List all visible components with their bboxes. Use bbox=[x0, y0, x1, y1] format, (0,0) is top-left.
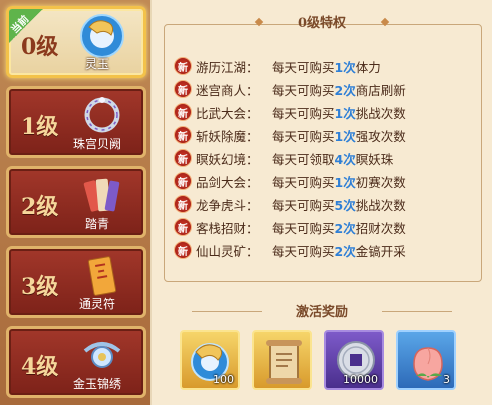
privilege-name: 客栈招财： bbox=[196, 220, 259, 236]
new-badge: 新 bbox=[174, 241, 192, 259]
privilege-prefix: 每天可购买 bbox=[272, 174, 335, 190]
privilege-row: 新 仙山灵矿： 每天可购买 2次 金镐开采 bbox=[174, 240, 474, 260]
talisman-icon bbox=[87, 256, 117, 296]
level-label: 0级 bbox=[21, 34, 59, 60]
new-badge: 新 bbox=[174, 149, 192, 167]
privilege-row: 新 迷宫商人： 每天可购买 2次 商店刷新 bbox=[174, 79, 474, 99]
privilege-item: 金镐开采 bbox=[355, 243, 406, 259]
privilege-prefix: 每天可购买 bbox=[272, 197, 335, 213]
reward-name: 踏青 bbox=[84, 217, 109, 231]
privilege-item: 招财次数 bbox=[355, 220, 406, 236]
privilege-title: 0级特权 bbox=[297, 16, 347, 31]
jade-dragon-icon bbox=[80, 14, 124, 58]
reward-quantity: 100 bbox=[213, 373, 234, 386]
new-badge: 新 bbox=[174, 103, 192, 121]
privilege-row: 新 品剑大会： 每天可购买 1次 初赛次数 bbox=[174, 171, 474, 191]
privilege-name: 龙争虎斗： bbox=[196, 197, 259, 213]
privilege-row: 新 瞑妖幻境： 每天可领取 4次 瞑妖珠 bbox=[174, 148, 474, 168]
privilege-count: 4次 bbox=[334, 151, 356, 167]
privilege-item: 初赛次数 bbox=[355, 174, 406, 190]
privilege-prefix: 每天可购买 bbox=[272, 220, 335, 236]
new-badge: 新 bbox=[174, 195, 192, 213]
privilege-prefix: 每天可购买 bbox=[272, 82, 335, 98]
level-list: 当前 0级 灵玉 1级 珠宫贝阙 2级 踏青 3级 通灵符 4级 金玉锦绣 bbox=[0, 0, 150, 405]
privilege-prefix: 每天可购买 bbox=[272, 128, 335, 144]
reward-name: 珠宫贝阙 bbox=[72, 137, 121, 151]
privilege-count: 1次 bbox=[334, 105, 356, 121]
scroll-icon bbox=[266, 340, 302, 384]
level-card-4[interactable]: 4级 金玉锦绣 bbox=[6, 326, 146, 398]
jade-ornament-icon bbox=[83, 342, 121, 368]
privilege-count: 2次 bbox=[334, 243, 356, 259]
privilege-count: 2次 bbox=[334, 220, 356, 236]
privilege-prefix: 每天可领取 bbox=[272, 151, 335, 167]
new-badge: 新 bbox=[174, 172, 192, 190]
privilege-row: 新 比武大会： 每天可购买 1次 挑战次数 bbox=[174, 102, 474, 122]
reward-quantity: 3 bbox=[443, 373, 450, 386]
privilege-row: 新 龙争虎斗： 每天可购买 5次 挑战次数 bbox=[174, 194, 474, 214]
reward-name: 通灵符 bbox=[78, 297, 115, 311]
new-badge: 新 bbox=[174, 80, 192, 98]
privilege-name: 品剑大会： bbox=[196, 174, 259, 190]
new-badge: 新 bbox=[174, 57, 192, 75]
activation-title: 激活奖励 bbox=[295, 305, 348, 320]
privilege-item: 强攻次数 bbox=[355, 128, 406, 144]
privilege-item: 体力 bbox=[355, 59, 381, 75]
privilege-row: 新 客栈招财： 每天可购买 2次 招财次数 bbox=[174, 217, 474, 237]
reward-slot[interactable]: 100 bbox=[180, 330, 240, 390]
privilege-name: 斩妖除魔： bbox=[196, 128, 259, 144]
privilege-prefix: 每天可购买 bbox=[272, 243, 335, 259]
privilege-row: 新 游历江湖： 每天可购买 1次 体力 bbox=[174, 56, 474, 76]
new-badge: 新 bbox=[174, 218, 192, 236]
level-label: 3级 bbox=[21, 274, 59, 300]
privilege-item: 挑战次数 bbox=[355, 105, 406, 121]
privilege-panel: 0级特权 新 游历江湖： 每天可购买 1次 体力 新 迷宫商人： 每天可购买 2… bbox=[152, 0, 492, 405]
reward-name: 金玉锦绣 bbox=[72, 377, 121, 391]
level-label: 1级 bbox=[21, 114, 59, 140]
privilege-count: 5次 bbox=[334, 197, 356, 213]
level-label: 4级 bbox=[21, 354, 59, 380]
reward-name: 灵玉 bbox=[84, 57, 109, 71]
divider-right bbox=[382, 311, 452, 312]
privilege-name: 游历江湖： bbox=[196, 59, 259, 75]
new-badge: 新 bbox=[174, 126, 192, 144]
privilege-count: 1次 bbox=[334, 128, 356, 144]
privilege-name: 迷宫商人： bbox=[196, 82, 259, 98]
scroll-bundle-icon bbox=[83, 178, 120, 212]
reward-slot[interactable]: 10000 bbox=[324, 330, 384, 390]
privilege-count: 2次 bbox=[334, 82, 356, 98]
privilege-name: 瞑妖幻境： bbox=[196, 151, 259, 167]
level-card-2[interactable]: 2级 踏青 bbox=[6, 166, 146, 238]
privilege-prefix: 每天可购买 bbox=[272, 59, 335, 75]
privilege-count: 1次 bbox=[334, 174, 356, 190]
privilege-count: 1次 bbox=[334, 59, 356, 75]
privilege-name: 仙山灵矿： bbox=[196, 243, 259, 259]
reward-slot[interactable] bbox=[252, 330, 312, 390]
level-label: 2级 bbox=[21, 194, 59, 220]
pearl-wreath-icon bbox=[84, 97, 120, 133]
privilege-item: 商店刷新 bbox=[355, 82, 406, 98]
reward-quantity: 10000 bbox=[343, 373, 378, 386]
privilege-prefix: 每天可购买 bbox=[272, 105, 335, 121]
privilege-item: 挑战次数 bbox=[355, 197, 406, 213]
level-card-3[interactable]: 3级 通灵符 bbox=[6, 246, 146, 318]
privilege-name: 比武大会： bbox=[196, 105, 259, 121]
privilege-item: 瞑妖珠 bbox=[355, 151, 394, 167]
divider-left bbox=[192, 311, 262, 312]
reward-slot[interactable]: 3 bbox=[396, 330, 456, 390]
level-card-0[interactable]: 当前 0级 灵玉 bbox=[6, 6, 146, 78]
privilege-row: 新 斩妖除魔： 每天可购买 1次 强攻次数 bbox=[174, 125, 474, 145]
level-card-1[interactable]: 1级 珠宫贝阙 bbox=[6, 86, 146, 158]
